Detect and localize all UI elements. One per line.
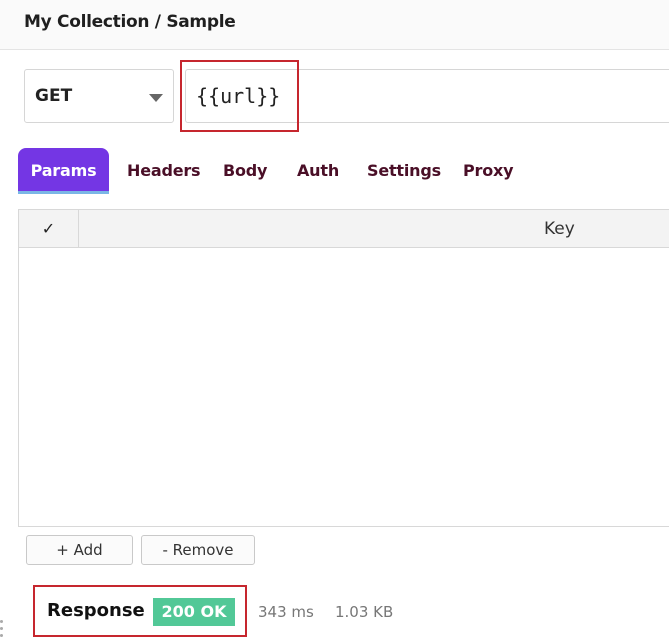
remove-param-button[interactable]: - Remove bbox=[141, 535, 255, 565]
response-bar: Response 200 OK 343 ms 1.03 KB bbox=[0, 585, 669, 644]
add-param-button[interactable]: + Add bbox=[26, 535, 133, 565]
breadcrumb[interactable]: My Collection / Sample bbox=[24, 12, 236, 32]
key-column-header: Key bbox=[544, 219, 575, 239]
method-select[interactable]: GET bbox=[24, 69, 174, 123]
response-time: 343 ms bbox=[258, 603, 314, 621]
response-size: 1.03 KB bbox=[335, 603, 394, 621]
select-all-checkbox[interactable]: ✓ bbox=[19, 210, 79, 248]
params-table-header: ✓ Key bbox=[19, 210, 669, 248]
tab-headers[interactable]: Headers bbox=[127, 148, 201, 194]
url-input[interactable] bbox=[196, 80, 656, 112]
request-tabs: Params Headers Body Auth Settings Proxy bbox=[18, 148, 669, 196]
tab-settings[interactable]: Settings bbox=[367, 148, 441, 194]
tab-body[interactable]: Body bbox=[223, 148, 267, 194]
status-badge: 200 OK bbox=[153, 598, 235, 626]
tab-auth[interactable]: Auth bbox=[297, 148, 339, 194]
response-label: Response bbox=[47, 600, 145, 621]
resize-handle-icon[interactable] bbox=[0, 620, 4, 642]
params-table: ✓ Key bbox=[18, 209, 669, 527]
tab-params[interactable]: Params bbox=[18, 148, 109, 194]
url-field-container[interactable] bbox=[185, 69, 669, 123]
tab-proxy[interactable]: Proxy bbox=[463, 148, 514, 194]
title-bar: My Collection / Sample bbox=[0, 0, 669, 50]
chevron-down-icon bbox=[149, 94, 163, 102]
method-label: GET bbox=[35, 86, 73, 106]
